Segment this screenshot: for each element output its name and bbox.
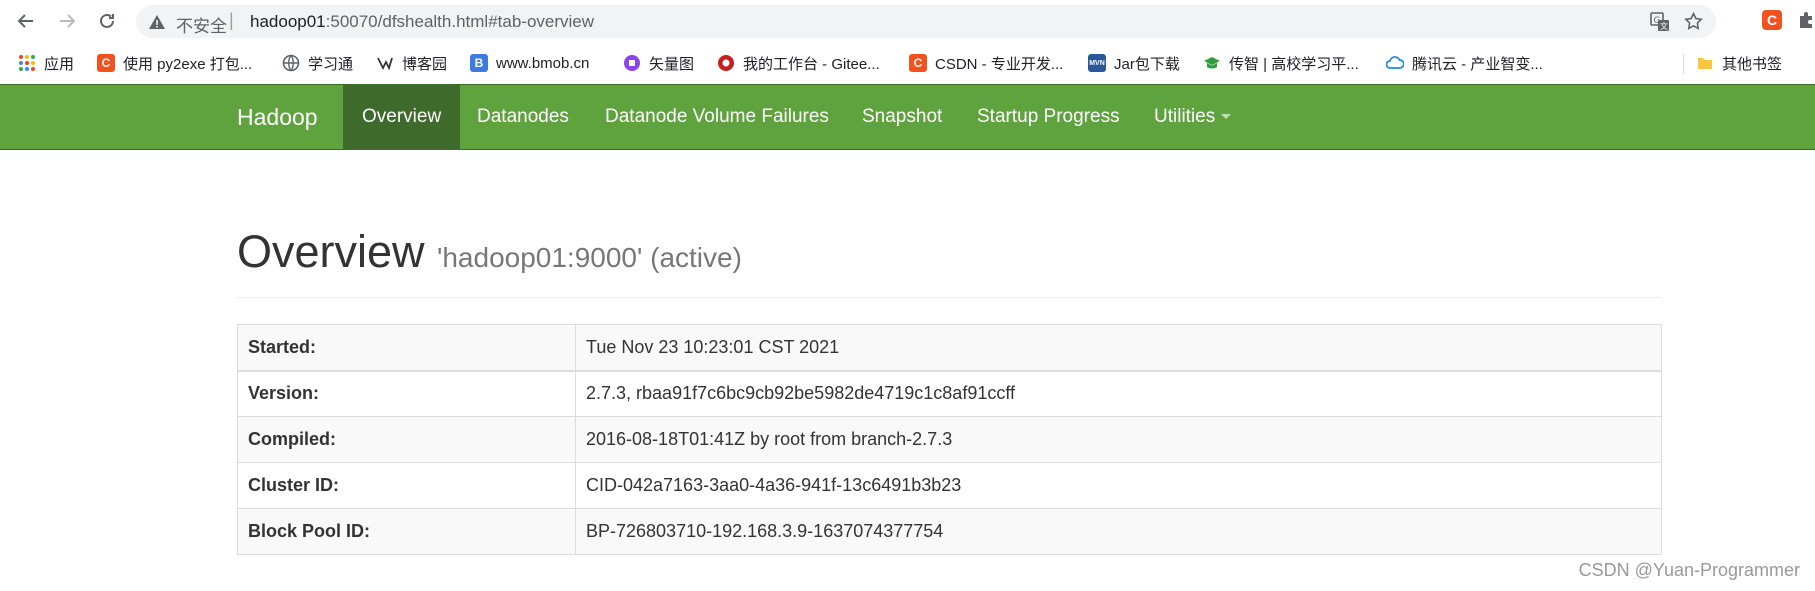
bookmark-label: 其他书签 xyxy=(1722,55,1783,73)
back-button[interactable] xyxy=(13,8,39,34)
table-row: Started: Tue Nov 23 10:23:01 CST 2021 xyxy=(237,324,1662,372)
bookmark-iconfont[interactable]: 矢量图 xyxy=(623,51,694,75)
hadoop-navbar: Hadoop Overview Datanodes Datanode Volum… xyxy=(0,84,1815,150)
browser-toolbar: 不安全 | hadoop01:50070/dfshealth.html#tab-… xyxy=(0,0,1815,43)
insecure-label[interactable]: 不安全 xyxy=(176,12,227,37)
watermark: CSDN @Yuan-Programmer xyxy=(1578,560,1800,580)
page-title: Overview xyxy=(237,226,425,277)
bookmarks-divider xyxy=(1683,54,1684,74)
row-key: Cluster ID: xyxy=(237,462,576,509)
bookmark-other[interactable]: 其他书签 xyxy=(1696,51,1782,75)
gitee-icon xyxy=(717,54,735,72)
reload-button[interactable] xyxy=(94,8,120,34)
url-text[interactable]: hadoop01:50070/dfshealth.html#tab-overvi… xyxy=(250,12,594,32)
bookmark-xuexitong[interactable]: 学习通 xyxy=(282,51,353,75)
iconfont-icon xyxy=(623,54,641,72)
bookmark-tencent-cloud[interactable]: 腾讯云 - 产业智变... xyxy=(1386,51,1543,75)
csdn-extension-icon[interactable]: C xyxy=(1762,10,1782,30)
bookmark-apps[interactable]: 应用 xyxy=(18,51,74,75)
cloud-icon xyxy=(1386,54,1404,72)
arrow-right-icon xyxy=(60,14,76,28)
bookmark-csdn[interactable]: C CSDN - 专业开发... xyxy=(909,51,1063,75)
bookmark-label: 腾讯云 - 产业智变... xyxy=(1412,55,1543,73)
row-value: Tue Nov 23 10:23:01 CST 2021 xyxy=(575,324,1662,372)
mvn-icon: MVN xyxy=(1088,54,1106,72)
svg-text:文: 文 xyxy=(1660,21,1668,31)
row-value: 2.7.3, rbaa91f7c6bc9cb92be5982de4719c1c8… xyxy=(575,370,1662,417)
row-value: CID-042a7163-3aa0-4a36-941f-13c6491b3b23 xyxy=(575,462,1662,509)
brand-logo[interactable]: Hadoop xyxy=(237,85,318,149)
tab-snapshot[interactable]: Snapshot xyxy=(843,85,961,149)
caret-down-icon xyxy=(1221,114,1232,120)
bookmarks-bar: 应用 C 使用 py2exe 打包... 学习通 博客园 B www.bmob.… xyxy=(0,43,1815,84)
table-row: Block Pool ID: BP-726803710-192.168.3.9-… xyxy=(237,508,1662,555)
bookmark-label: 博客园 xyxy=(402,55,448,73)
bookmark-bmob[interactable]: B www.bmob.cn xyxy=(470,51,589,75)
bookmark-gitee[interactable]: 我的工作台 - Gitee... xyxy=(717,51,880,75)
translate-icon[interactable]: G 文 xyxy=(1650,12,1670,32)
url-path: :50070/dfshealth.html#tab-overview xyxy=(325,12,595,31)
bookmark-label: www.bmob.cn xyxy=(496,54,590,72)
overview-table: Started: Tue Nov 23 10:23:01 CST 2021 Ve… xyxy=(237,324,1662,555)
bookmark-py2exe[interactable]: C 使用 py2exe 打包... xyxy=(97,51,252,75)
folder-icon xyxy=(1696,54,1714,72)
url-separator: | xyxy=(229,10,234,30)
bookmark-label: 我的工作台 - Gitee... xyxy=(743,55,880,73)
table-row: Version: 2.7.3, rbaa91f7c6bc9cb92be5982d… xyxy=(237,370,1662,417)
bookmark-label: Jar包下载 xyxy=(1114,55,1180,73)
csdn-c-icon: C xyxy=(909,54,927,72)
page-header: Overview 'hadoop01:9000' (active) xyxy=(237,218,1662,298)
row-key: Block Pool ID: xyxy=(237,508,576,555)
arrow-left-icon xyxy=(17,14,33,28)
warning-triangle-icon[interactable] xyxy=(148,13,166,31)
bookmark-cnblogs[interactable]: 博客园 xyxy=(376,51,447,75)
apps-grid-icon xyxy=(18,54,36,72)
bookmark-label: 学习通 xyxy=(308,55,354,73)
bmob-b-icon: B xyxy=(470,54,488,72)
tab-datanode-volume-failures[interactable]: Datanode Volume Failures xyxy=(586,85,848,149)
bookmark-label: 传智 | 高校学习平... xyxy=(1229,55,1359,73)
row-key: Compiled: xyxy=(237,416,576,463)
graduation-cap-icon xyxy=(1203,54,1221,72)
row-key: Started: xyxy=(237,324,576,372)
table-row: Compiled: 2016-08-18T01:41Z by root from… xyxy=(237,416,1662,463)
bookmark-star-icon[interactable] xyxy=(1683,11,1704,32)
bookmark-label: CSDN - 专业开发... xyxy=(935,55,1064,73)
tab-datanodes[interactable]: Datanodes xyxy=(458,85,588,149)
extensions-puzzle-icon[interactable] xyxy=(1797,10,1815,30)
bookmark-jar-download[interactable]: MVN Jar包下载 xyxy=(1088,51,1180,75)
bookmark-label: 使用 py2exe 打包... xyxy=(123,55,253,73)
bookmark-chuanzhi[interactable]: 传智 | 高校学习平... xyxy=(1203,51,1359,75)
page-subtitle: 'hadoop01:9000' (active) xyxy=(437,242,742,273)
table-row: Cluster ID: CID-042a7163-3aa0-4a36-941f-… xyxy=(237,462,1662,509)
tab-utilities[interactable]: Utilities xyxy=(1135,85,1250,149)
bookmark-label: 矢量图 xyxy=(649,55,695,73)
forward-button[interactable] xyxy=(54,8,80,34)
tab-overview[interactable]: Overview xyxy=(343,85,461,149)
row-key: Version: xyxy=(237,370,576,417)
bookmark-label: 应用 xyxy=(44,55,75,73)
tab-startup-progress[interactable]: Startup Progress xyxy=(958,85,1139,149)
row-value: BP-726803710-192.168.3.9-1637074377754 xyxy=(575,508,1662,555)
tab-utilities-label: Utilities xyxy=(1154,106,1216,127)
row-value: 2016-08-18T01:41Z by root from branch-2.… xyxy=(575,416,1662,463)
url-host: hadoop01 xyxy=(250,12,326,31)
cnblogs-icon xyxy=(376,54,394,72)
reload-icon xyxy=(100,13,114,28)
address-bar[interactable]: 不安全 | hadoop01:50070/dfshealth.html#tab-… xyxy=(136,5,1716,38)
csdn-c-icon: C xyxy=(97,54,115,72)
globe-icon xyxy=(282,54,300,72)
